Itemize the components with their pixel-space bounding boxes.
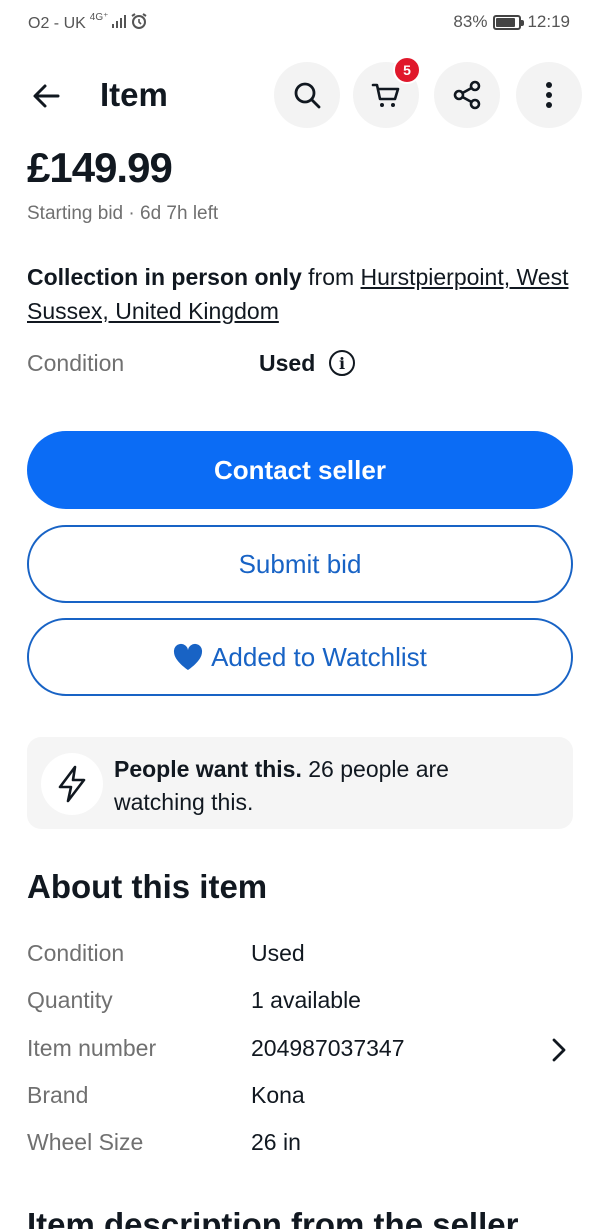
collection-from: from (301, 264, 361, 290)
cart-icon (371, 83, 400, 107)
carrier-label: O2 - UK (28, 14, 86, 32)
bid-time-left: Starting bid · 6d 7h left (27, 203, 219, 224)
spec-value: 26 in (251, 1129, 301, 1155)
spec-value: Kona (251, 1082, 305, 1108)
condition-label: Condition (27, 350, 125, 376)
page-title: Item (100, 76, 168, 113)
collection-type: Collection in person only (27, 264, 302, 290)
heart-icon (173, 643, 203, 671)
spec-key: Condition (27, 940, 125, 966)
info-icon[interactable]: i (329, 350, 355, 376)
search-button[interactable] (274, 62, 340, 128)
spec-row-wheel-size: Wheel Size 26 in (27, 1129, 573, 1169)
popularity-text: People want this. 26 people are watching… (114, 753, 544, 819)
watchlist-label: Added to Watchlist (211, 641, 427, 672)
item-price: £149.99 (27, 144, 173, 191)
share-icon (453, 80, 481, 110)
clock: 12:19 (527, 12, 570, 31)
spec-value: Used (251, 940, 305, 966)
top-app-bar: Item 5 (0, 56, 600, 130)
contact-seller-button[interactable]: Contact seller (27, 431, 573, 509)
condition-value: Used (259, 350, 316, 376)
back-arrow-icon (33, 84, 60, 108)
about-section-title: About this item (27, 868, 268, 905)
battery-icon (493, 14, 525, 30)
more-icon (546, 82, 552, 108)
spec-key: Item number (27, 1035, 157, 1061)
back-button[interactable] (28, 78, 64, 114)
network-type: 4G⁺ (89, 12, 109, 23)
spec-row-item-number[interactable]: Item number 204987037347 (27, 1035, 573, 1075)
spec-key: Brand (27, 1082, 89, 1108)
popularity-headline: People want this. (114, 756, 302, 782)
popularity-card: People want this. 26 people are watching… (27, 737, 573, 829)
share-button[interactable] (434, 62, 500, 128)
lightning-icon (41, 753, 103, 815)
battery-percent: 83% (453, 12, 488, 31)
submit-bid-button[interactable]: Submit bid (27, 525, 573, 603)
spec-row-brand: Brand Kona (27, 1082, 573, 1122)
condition-row: Condition Used i (27, 348, 572, 380)
spec-key: Quantity (27, 987, 113, 1013)
watchlist-button[interactable]: Added to Watchlist (27, 618, 573, 696)
chevron-right-icon[interactable] (549, 1037, 569, 1069)
status-right: 83% 12:19 (453, 12, 570, 32)
alarm-icon (130, 12, 148, 35)
spec-key: Wheel Size (27, 1129, 144, 1155)
spec-value: 1 available (251, 987, 361, 1013)
cart-count-badge: 5 (393, 56, 421, 84)
more-options-button[interactable] (516, 62, 582, 128)
spec-row-quantity: Quantity 1 available (27, 987, 573, 1027)
description-section-title: Item description from the seller (27, 1206, 519, 1229)
collection-info: Collection in person only from Hurstpier… (27, 260, 572, 328)
spec-row-condition: Condition Used (27, 940, 573, 980)
spec-value: 204987037347 (251, 1035, 405, 1061)
search-icon (294, 82, 321, 109)
cart-button[interactable]: 5 (353, 56, 421, 128)
signal-icon (112, 14, 127, 33)
status-left: O2 - UK 4G⁺ (28, 12, 148, 35)
status-bar: O2 - UK 4G⁺ 83% 12:19 (0, 0, 600, 44)
